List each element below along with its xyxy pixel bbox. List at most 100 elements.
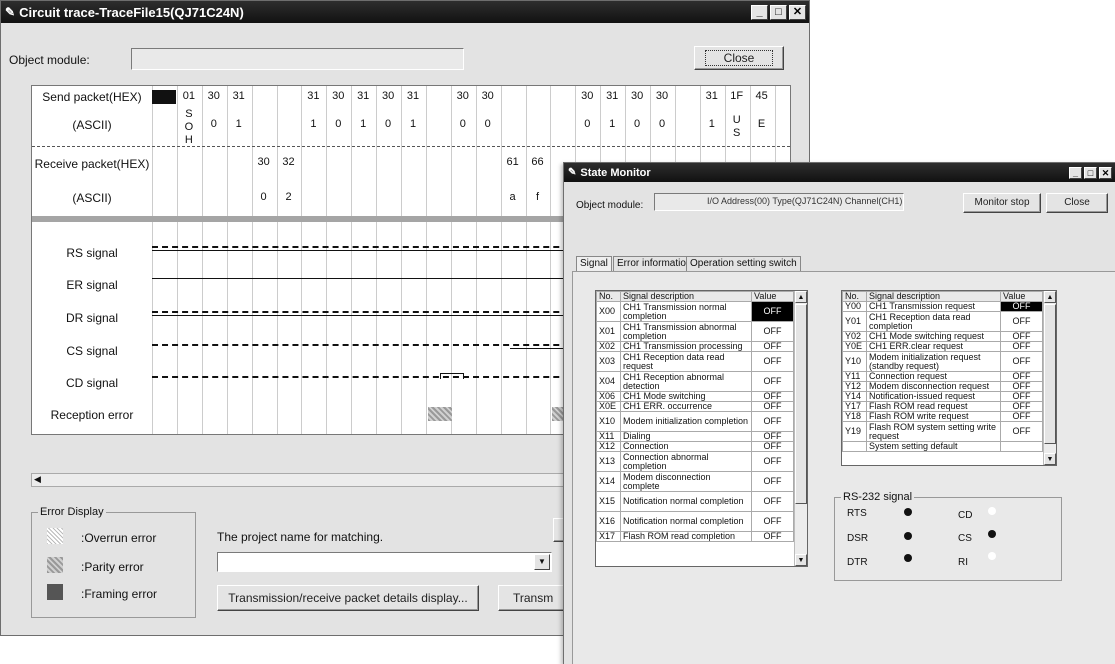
scroll-down-icon[interactable]: ▼: [795, 554, 807, 566]
dtr-indicator: [904, 554, 912, 562]
table-row[interactable]: System setting default: [842, 441, 1043, 452]
monitor-stop-button[interactable]: Monitor stop: [963, 193, 1041, 213]
cd-pulse: [440, 373, 464, 379]
signal-description: Modem initialization completion: [620, 411, 752, 432]
table-row[interactable]: Y10 Modem initialization request (standby…: [842, 351, 1043, 372]
recv-ascii-cell: 2: [285, 191, 292, 203]
signal-description: CH1 ERR.clear request: [866, 341, 1001, 352]
table-row[interactable]: Y12 Modem disconnection request OFF: [842, 381, 1043, 392]
maximize-icon[interactable]: □: [1084, 166, 1097, 179]
signal-value: OFF: [751, 531, 794, 542]
table-row[interactable]: X16 Notification normal completion OFF: [596, 511, 794, 532]
x-signal-table[interactable]: No. Signal description Value X00 CH1 Transm…: [595, 290, 808, 567]
tab-operation-setting-switch[interactable]: Operation setting switch: [686, 256, 801, 272]
minimize-icon[interactable]: _: [1069, 166, 1082, 179]
table-row[interactable]: X03 CH1 Reception data read request OFF: [596, 351, 794, 372]
table-row[interactable]: X17 Flash ROM read completion OFF: [596, 531, 794, 542]
send-ascii-cell: 1: [360, 118, 367, 130]
send-hex-cell: 30: [630, 90, 644, 102]
scroll-left-icon[interactable]: ◀: [34, 474, 41, 485]
framing-error-label: :Framing error: [81, 587, 158, 601]
send-hex-cell: 30: [381, 90, 395, 102]
table-row[interactable]: X12 Connection OFF: [596, 441, 794, 452]
table-row[interactable]: Y01 CH1 Reception data read completion OFF: [842, 311, 1043, 332]
table-row[interactable]: X01 CH1 Transmission abnormal completion O…: [596, 321, 794, 342]
maximize-icon[interactable]: □: [770, 4, 787, 20]
rs-signal-label: RS signal: [66, 246, 118, 260]
send-hex-cell: 31: [705, 90, 718, 102]
send-hex-cell: 30: [581, 90, 594, 102]
rts-indicator: [904, 508, 912, 516]
table-row[interactable]: X04 CH1 Reception abnormal detection OFF: [596, 371, 794, 392]
send-hex-cell: 31: [357, 90, 370, 102]
send-ascii-cell: 0: [484, 118, 491, 130]
table-row[interactable]: Y14 Notification-issued request OFF: [842, 391, 1043, 402]
table-row[interactable]: Y00 CH1 Transmission request OFF: [842, 301, 1043, 312]
table-row[interactable]: X10 Modem initialization completion OFF: [596, 411, 794, 432]
table-row[interactable]: Y0E CH1 ERR.clear request OFF: [842, 341, 1043, 352]
x-table-scrollbar[interactable]: ▲ ▼: [794, 291, 807, 566]
table-row[interactable]: Y19 Flash ROM system setting write reques…: [842, 421, 1043, 442]
signal-no: X06: [596, 391, 621, 402]
parity-error-icon: [47, 557, 63, 573]
table-row[interactable]: Y02 CH1 Mode switching request OFF: [842, 331, 1043, 342]
close-icon[interactable]: ✕: [789, 4, 806, 20]
tab-error-information[interactable]: Error information: [613, 256, 696, 272]
signal-description: CH1 Transmission abnormal completion: [620, 321, 752, 342]
tab-signal[interactable]: Signal: [576, 256, 612, 272]
signal-value: OFF: [1000, 331, 1043, 342]
project-name-label: The project name for matching.: [217, 530, 384, 544]
y-signal-table[interactable]: No. Signal description Value Y00 CH1 Transm…: [841, 290, 1057, 466]
packet-details-button[interactable]: Transmission/receive packet details disp…: [217, 585, 479, 611]
table-row[interactable]: X02 CH1 Transmission processing OFF: [596, 341, 794, 352]
table-row[interactable]: X11 Dialing OFF: [596, 431, 794, 442]
recv-ascii-cell: a: [509, 191, 516, 203]
monitor-title-bar[interactable]: ✎ State Monitor _ □ ✕: [564, 163, 1115, 182]
scroll-thumb[interactable]: [1044, 304, 1056, 444]
table-row[interactable]: X15 Notification normal completion OFF: [596, 491, 794, 512]
signal-no: X11: [596, 431, 621, 442]
object-module-field[interactable]: [131, 48, 464, 70]
signal-value: OFF: [751, 511, 794, 532]
scroll-thumb[interactable]: [795, 304, 807, 504]
scroll-up-icon[interactable]: ▲: [1044, 291, 1056, 303]
minimize-icon[interactable]: _: [751, 4, 768, 20]
send-ascii-cell: E: [757, 118, 766, 130]
table-row[interactable]: X06 CH1 Mode switching OFF: [596, 391, 794, 402]
monitor-close-button[interactable]: Close: [1046, 193, 1108, 213]
signal-description: Connection: [620, 441, 752, 452]
y-table-scrollbar[interactable]: ▲ ▼: [1043, 291, 1056, 465]
send-hex-cell: 30: [481, 90, 494, 102]
table-row[interactable]: X13 Connection abnormal completion OFF: [596, 451, 794, 472]
chevron-down-icon[interactable]: ▼: [534, 554, 550, 570]
dsr-label: DSR: [847, 533, 869, 544]
trace-title-bar[interactable]: ✎ Circuit trace-TraceFile15(QJ71C24N) _ …: [1, 1, 809, 23]
table-row[interactable]: X14 Modem disconnection complete OFF: [596, 471, 794, 492]
send-ascii-cell: 0: [634, 118, 641, 130]
scroll-up-icon[interactable]: ▲: [795, 291, 807, 303]
table-row[interactable]: Y11 Connection request OFF: [842, 371, 1043, 382]
signal-no: X14: [596, 471, 621, 492]
signal-description: Flash ROM read completion: [620, 531, 752, 542]
table-row[interactable]: X0E CH1 ERR. occurrence OFF: [596, 401, 794, 412]
signal-no: X16: [596, 511, 621, 532]
cd-label: CD: [958, 510, 973, 521]
close-button[interactable]: Close: [694, 46, 784, 70]
send-ascii-cell: 1: [310, 118, 317, 130]
signal-no: Y11: [842, 371, 867, 382]
signal-no: Y12: [842, 381, 867, 392]
signal-description: Modem initialization request (standby re…: [866, 351, 1001, 372]
parity-error-mark: [428, 407, 452, 421]
signal-description: CH1 Mode switching request: [866, 331, 1001, 342]
project-name-select[interactable]: ▼: [217, 552, 552, 572]
signal-value: OFF: [751, 431, 794, 442]
scroll-down-icon[interactable]: ▼: [1044, 453, 1056, 465]
signal-value: OFF: [751, 301, 794, 322]
table-row[interactable]: Y18 Flash ROM write request OFF: [842, 411, 1043, 422]
signal-no: X0E: [596, 401, 621, 412]
close-icon[interactable]: ✕: [1099, 166, 1112, 179]
reception-error-label: Reception error: [50, 408, 134, 422]
table-row[interactable]: Y17 Flash ROM read request OFF: [842, 401, 1043, 412]
signal-no: X04: [596, 371, 621, 392]
table-row[interactable]: X00 CH1 Transmission normal completion OFF: [596, 301, 794, 322]
